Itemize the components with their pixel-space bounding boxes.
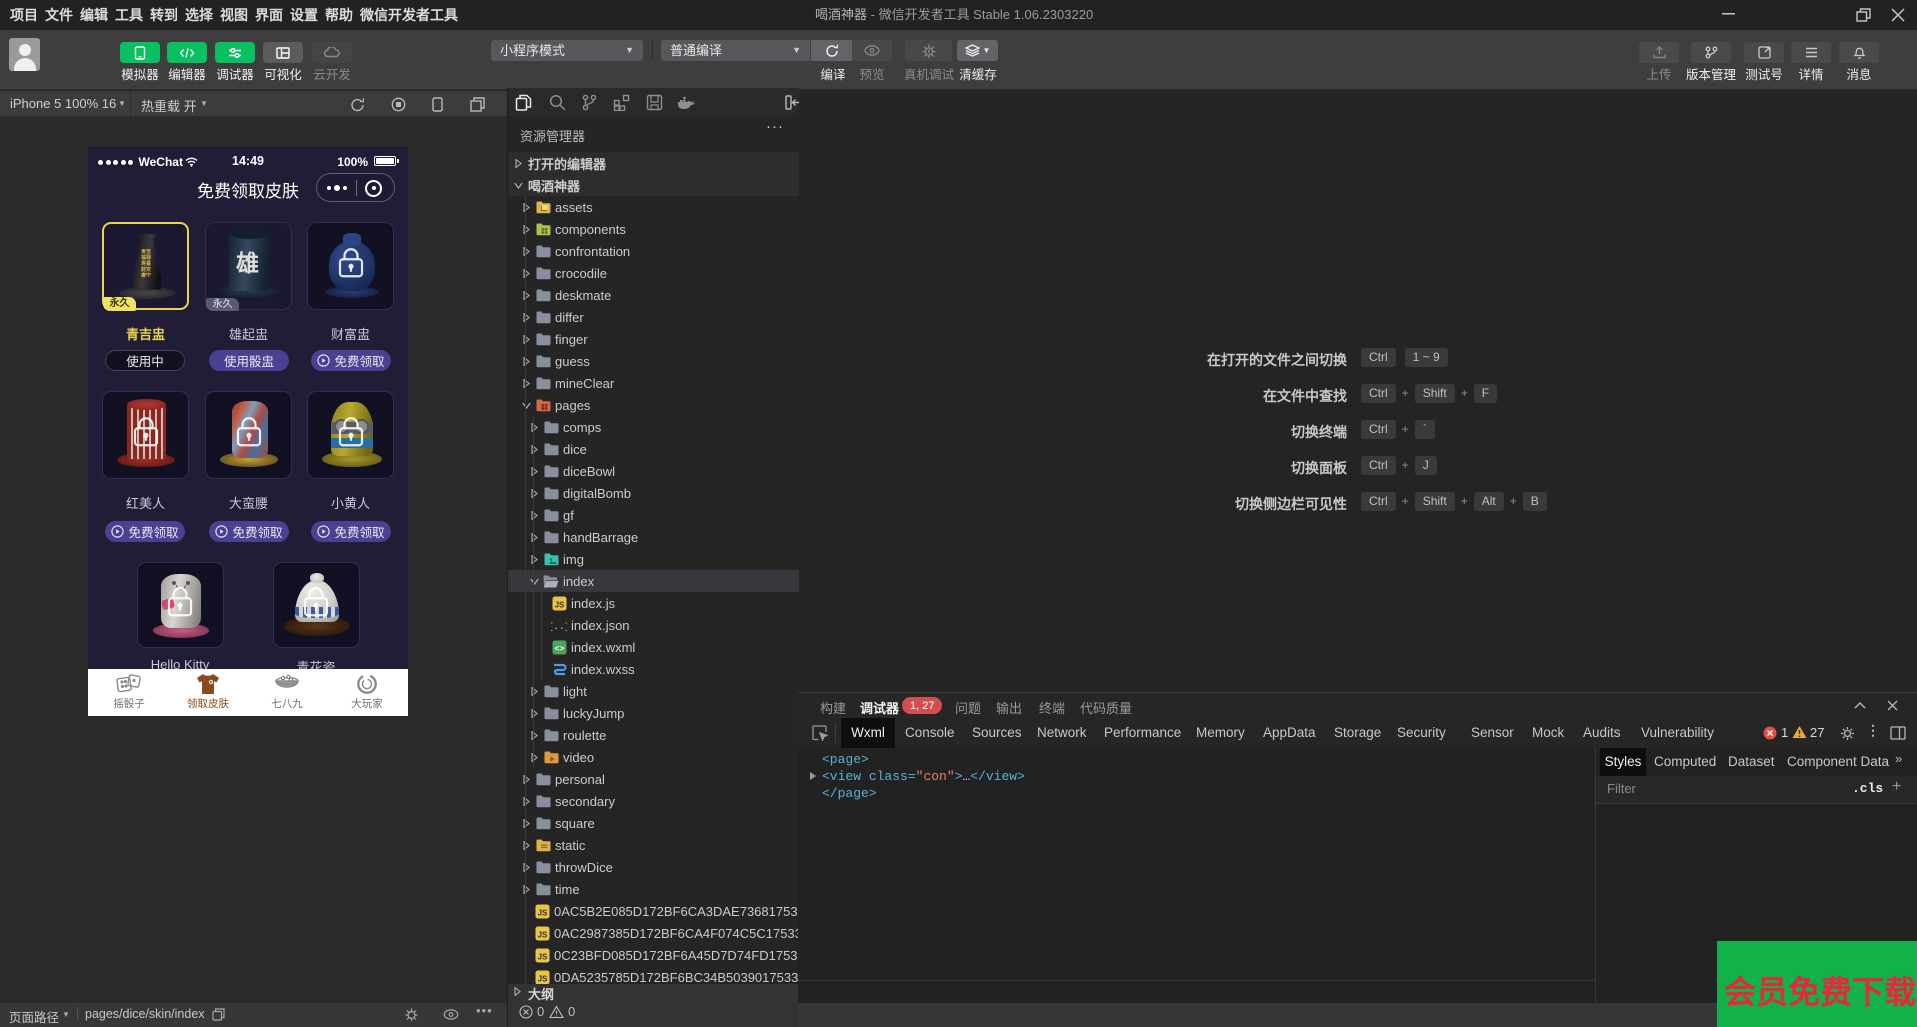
svg-text:{..}: {..}	[551, 621, 567, 632]
svg-text:JS: JS	[538, 974, 548, 983]
svg-text:JS: JS	[554, 600, 564, 609]
svg-text:<>: <>	[554, 643, 564, 653]
svg-text:JS: JS	[538, 908, 548, 917]
svg-text:JS: JS	[538, 930, 548, 939]
svg-text:JS: JS	[538, 952, 548, 961]
